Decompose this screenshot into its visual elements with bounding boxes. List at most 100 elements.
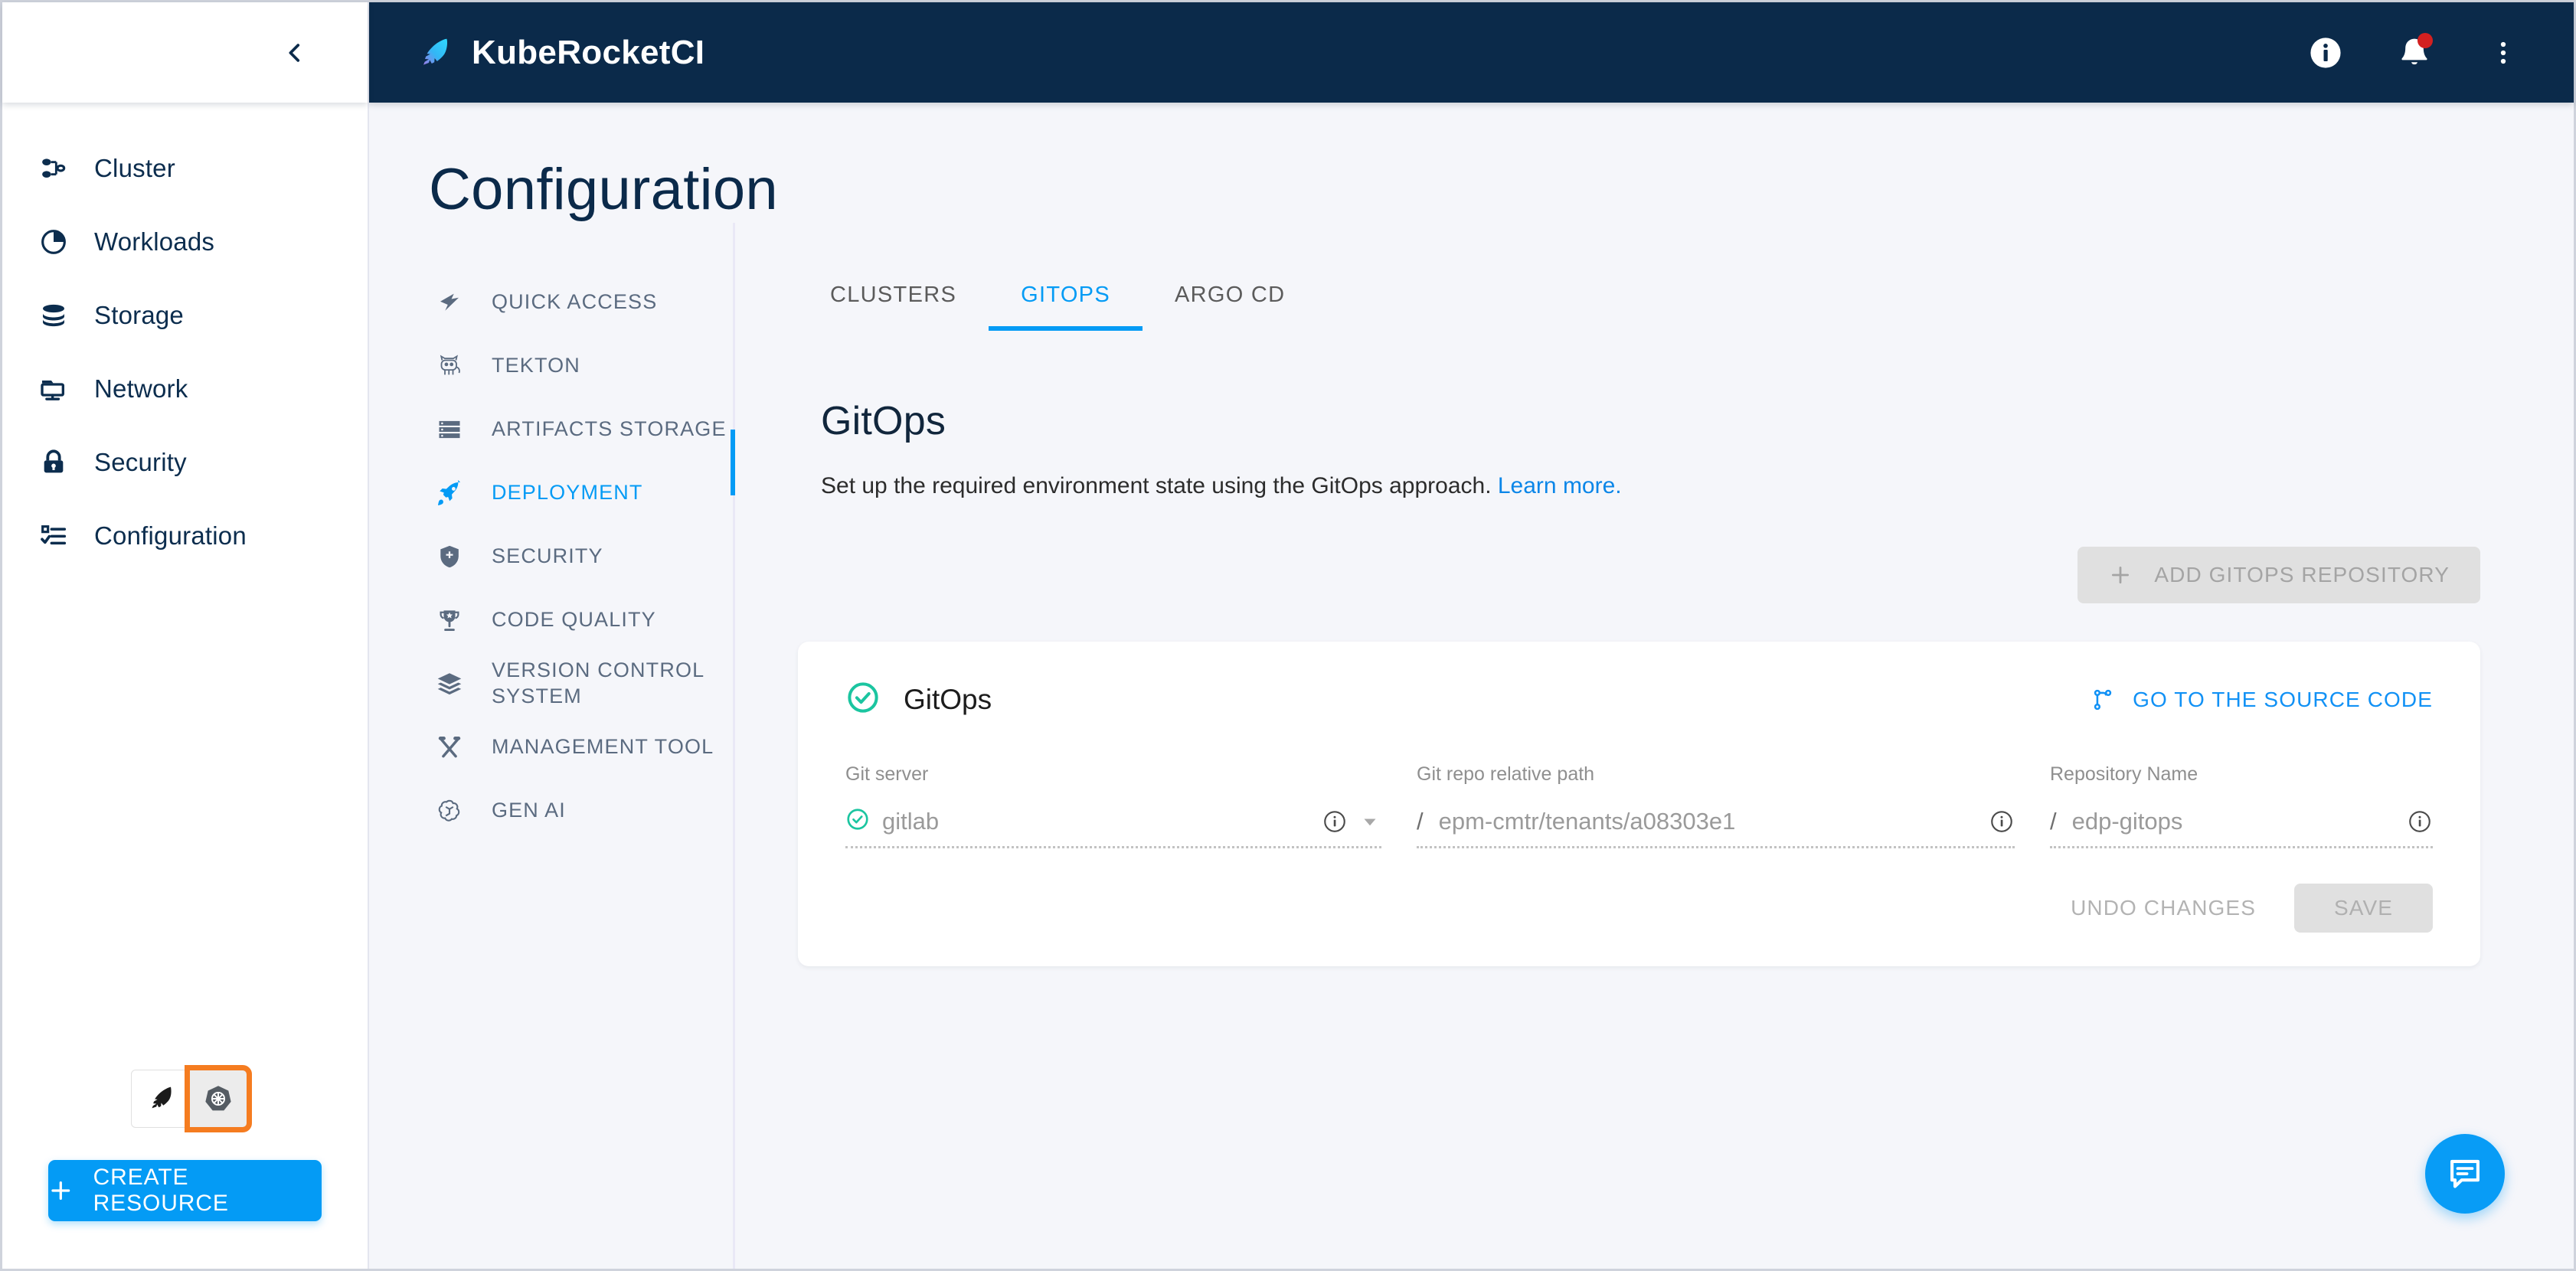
submenu-item-tekton[interactable]: TEKTON: [429, 334, 735, 397]
card-title: GitOps: [904, 683, 992, 715]
tab-clusters[interactable]: CLUSTERS: [798, 270, 989, 331]
toggle-kuberocket-view[interactable]: [131, 1070, 189, 1128]
sidebar-collapse-button[interactable]: [268, 26, 322, 80]
info-outline-icon[interactable]: [1322, 809, 1348, 835]
sidebar-header: [2, 2, 368, 103]
submenu-item-version-control-system[interactable]: VERSION CONTROL SYSTEM: [429, 652, 735, 715]
notifications-button[interactable]: [2390, 28, 2439, 77]
header-actions: [2301, 28, 2537, 77]
tekton-cat-icon: [429, 352, 470, 380]
page-title: Configuration: [429, 157, 778, 222]
learn-more-link[interactable]: Learn more.: [1498, 473, 1622, 498]
info-button[interactable]: [2301, 28, 2350, 77]
tab-argo-cd[interactable]: ARGO CD: [1143, 270, 1317, 331]
more-options-button[interactable]: [2479, 28, 2528, 77]
submenu-item-artifacts-storage[interactable]: ARTIFACTS STORAGE: [429, 397, 735, 461]
sidebar-item-cluster[interactable]: Cluster: [2, 132, 368, 205]
chevron-left-icon: [289, 43, 300, 62]
submenu-item-code-quality[interactable]: CODE QUALITY: [429, 588, 735, 652]
field-label: Git repo relative path: [1417, 763, 1595, 785]
repository-name-input[interactable]: / edp-gitops: [2050, 796, 2433, 848]
submenu-item-management-tool[interactable]: MANAGEMENT TOOL: [429, 715, 735, 779]
chat-bubble-icon: [2450, 1159, 2480, 1188]
toggle-kubernetes-view[interactable]: [185, 1065, 252, 1132]
rocket-feather-logo: [423, 38, 448, 65]
application-window: Cluster Workloads Storage Network Securi…: [0, 0, 2576, 1271]
sidebar-item-workloads[interactable]: Workloads: [2, 205, 368, 279]
go-to-source-code-link[interactable]: GO TO THE SOURCE CODE: [2090, 687, 2433, 713]
rocket-icon: [429, 479, 470, 507]
add-repository-row: ADD GITOPS REPOSITORY: [798, 547, 2489, 603]
brand[interactable]: KubeRocketCI: [415, 34, 704, 72]
openai-swirl-icon: [429, 797, 470, 825]
sidebar-item-label: Cluster: [94, 154, 175, 182]
check-circle-icon: [845, 680, 881, 719]
submenu-item-label: DEPLOYMENT: [492, 480, 643, 504]
rocket-feather-icon: [152, 1086, 172, 1109]
section-description: Set up the required environment state us…: [821, 473, 2489, 499]
card-actions: UNDO CHANGES SAVE: [845, 884, 2433, 933]
brand-name: KubeRocketCI: [472, 33, 705, 71]
info-outline-icon[interactable]: [1989, 809, 2015, 835]
create-resource-container: CREATE RESOURCE: [2, 1160, 368, 1269]
kubernetes-helm-icon: [205, 1086, 231, 1111]
sidebar-item-label: Network: [94, 374, 188, 403]
server-rack-icon: [429, 416, 470, 443]
chevron-down-icon[interactable]: [1358, 810, 1381, 833]
deployment-panel: CLUSTERS GITOPS ARGO CD GitOps Set up th…: [735, 270, 2574, 1228]
sidebar-item-security[interactable]: Security: [2, 426, 368, 499]
info-outline-icon[interactable]: [2407, 809, 2433, 835]
sidebar-item-configuration[interactable]: Configuration: [2, 499, 368, 573]
trophy-icon: [429, 606, 470, 634]
submenu-item-gen-ai[interactable]: GEN AI: [429, 779, 735, 842]
submenu-item-label: GEN AI: [492, 798, 566, 822]
field-prefix: /: [2050, 807, 2057, 835]
field-git-repo-relative-path: Git repo relative path / epm-cmtr/tenant…: [1417, 763, 2015, 848]
sidebar-item-storage[interactable]: Storage: [2, 279, 368, 352]
git-repo-relative-path-input[interactable]: / epm-cmtr/tenants/a08303e1: [1417, 796, 2015, 848]
git-repo-relative-path-adornments: [1989, 809, 2015, 835]
chat-fab-button[interactable]: [2425, 1134, 2505, 1214]
git-repo-relative-path-value: epm-cmtr/tenants/a08303e1: [1438, 807, 1736, 835]
add-gitops-repository-label: ADD GITOPS REPOSITORY: [2154, 563, 2450, 586]
lightning-bolt-icon: [429, 289, 470, 316]
save-button[interactable]: SAVE: [2293, 884, 2433, 933]
field-label: Repository Name: [2050, 763, 2198, 785]
database-stack-icon: [28, 300, 79, 331]
field-repository-name: Repository Name / edp-gitops: [2050, 763, 2433, 848]
repository-name-value: edp-gitops: [2071, 807, 2183, 835]
repository-name-adornments: [2407, 809, 2433, 835]
submenu-item-label: VERSION CONTROL SYSTEM: [492, 658, 704, 707]
main-column: KubeRocketCI Configuration QUICK ACCESS …: [369, 2, 2574, 1269]
undo-changes-button[interactable]: UNDO CHANGES: [2063, 887, 2264, 930]
git-branch-icon: [2094, 689, 2112, 710]
sliders-check-icon: [28, 521, 79, 551]
sidebar-item-network[interactable]: Network: [2, 352, 368, 426]
submenu-item-label: QUICK ACCESS: [492, 289, 658, 313]
sidebar-item-label: Configuration: [94, 521, 247, 550]
submenu-item-security[interactable]: SECURITY: [429, 524, 735, 588]
git-server-adornments: [1322, 809, 1381, 835]
submenu-item-deployment[interactable]: DEPLOYMENT: [429, 461, 735, 524]
card-fields: Git server gitlab Git repo relative path…: [845, 763, 2433, 848]
tab-gitops[interactable]: GITOPS: [989, 270, 1143, 331]
content-area: Configuration QUICK ACCESS TEKTON ARTIFA…: [369, 103, 2574, 1269]
git-server-input[interactable]: gitlab: [845, 796, 1381, 848]
field-prefix: /: [1417, 807, 1424, 835]
submenu-item-quick-access[interactable]: QUICK ACCESS: [429, 270, 735, 334]
view-mode-toggle-group: [2, 1065, 368, 1132]
layers-icon: [429, 670, 470, 698]
field-git-server: Git server gitlab: [845, 763, 1381, 848]
top-header-bar: KubeRocketCI: [369, 2, 2574, 103]
pie-chart-icon: [28, 227, 79, 257]
main-sidebar: Cluster Workloads Storage Network Securi…: [2, 2, 369, 1269]
section-title: GitOps: [821, 399, 946, 443]
submenu-item-label: ARTIFACTS STORAGE: [492, 417, 727, 440]
tools-icon: [429, 734, 470, 761]
sidebar-item-label: Workloads: [94, 227, 215, 256]
tab-bar: CLUSTERS GITOPS ARGO CD: [798, 270, 2489, 331]
add-gitops-repository-button[interactable]: ADD GITOPS REPOSITORY: [2077, 547, 2480, 603]
submenu-item-label: MANAGEMENT TOOL: [492, 734, 714, 758]
create-resource-button[interactable]: CREATE RESOURCE: [48, 1160, 322, 1221]
